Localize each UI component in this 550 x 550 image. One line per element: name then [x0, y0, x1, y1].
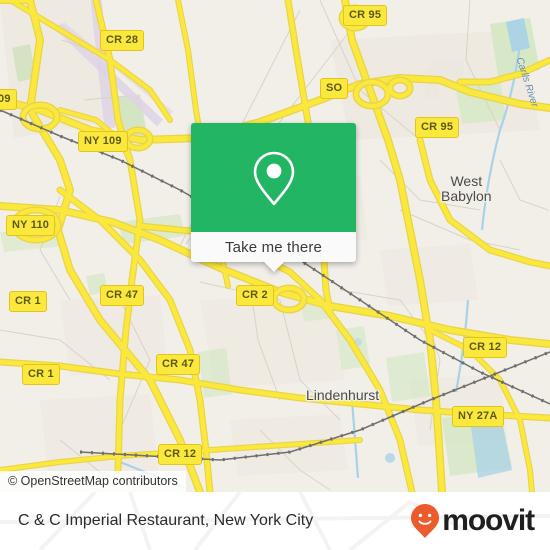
moovit-smiley-pin-icon: [411, 504, 440, 538]
road-shield: 09: [0, 89, 17, 110]
map-pin-icon: [253, 151, 294, 205]
take-me-there-label: Take me there: [225, 238, 322, 256]
road-shield: CR 1: [9, 291, 47, 312]
road-shield: CR 28: [100, 30, 145, 51]
map-canvas[interactable]: .rd { fill:none; stroke:#fbe83c; stroke-…: [0, 0, 550, 492]
road-shield: CR 47: [100, 285, 145, 306]
road-shield: CR 95: [343, 5, 388, 26]
road-shield: CR 12: [463, 337, 508, 358]
osm-attribution[interactable]: © OpenStreetMap contributors: [0, 471, 186, 492]
callout-action-bar[interactable]: Take me there: [191, 232, 356, 272]
page-title: C & C Imperial Restaurant, New York City: [18, 512, 314, 529]
callout-tail: [262, 261, 285, 272]
road-shield: NY 109: [78, 131, 128, 152]
road-shield: SO: [320, 78, 349, 99]
location-callout-card[interactable]: Take me there: [191, 123, 356, 272]
road-shield: CR 2: [236, 285, 274, 306]
road-shield: NY 110: [6, 215, 56, 236]
callout-image-area: [191, 123, 356, 232]
footer-bar: C & C Imperial Restaurant, New York City…: [0, 492, 550, 550]
moovit-logo[interactable]: moovit: [410, 503, 535, 539]
road-shield: CR 12: [158, 444, 203, 465]
road-shield: NY 27A: [452, 406, 504, 427]
place-label-line: West: [450, 173, 483, 189]
road-shield: CR 47: [156, 354, 201, 375]
place-label-line: Babylon: [441, 188, 492, 205]
moovit-wordmark: moovit: [442, 504, 535, 537]
road-shield: CR 1: [22, 364, 60, 385]
moovit-map-screenshot: .rd { fill:none; stroke:#fbe83c; stroke-…: [0, 0, 550, 550]
place-label-west-babylon: West Babylon: [441, 173, 492, 205]
road-shield: CR 95: [415, 117, 460, 138]
place-label-lindenhurst: Lindenhurst: [306, 387, 380, 403]
